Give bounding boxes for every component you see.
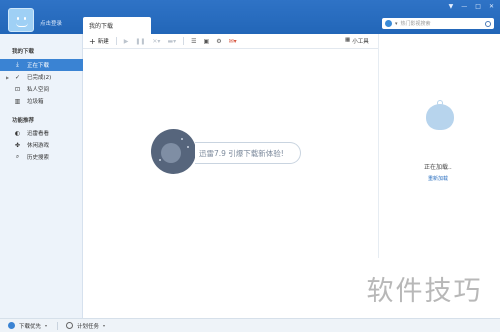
speed-mode-icon — [8, 322, 15, 329]
play-icon[interactable]: ▶ — [124, 38, 129, 45]
rocket-icon — [151, 129, 196, 174]
sidebar-item-private-space[interactable]: ⊡ 私人空间 — [0, 83, 83, 95]
gear-icon[interactable]: ⚙ — [216, 38, 221, 45]
toolbar-divider — [183, 37, 185, 45]
star-dot — [159, 159, 161, 161]
avatar-eye-left — [17, 17, 19, 20]
section-my-downloads-title: 我的下载 — [12, 49, 35, 55]
sort-icon[interactable]: ☰ — [191, 38, 196, 45]
sidebar-item-label: 历史搜索 — [27, 155, 50, 161]
download-priority-button[interactable]: 下载优先 — [19, 322, 41, 330]
search-box[interactable]: ▾ 热门影视搜索 — [382, 18, 494, 29]
sidebar-item-trash[interactable]: ▥ 垃圾箱 — [0, 95, 83, 107]
status-divider — [57, 321, 59, 330]
rocket-flame — [161, 143, 181, 163]
close-icon[interactable]: ✕ — [489, 3, 494, 10]
trash-icon: ▥ — [14, 97, 21, 105]
title-bar: 点击登录 我的下载 ▼ — □ ✕ ▾ 热门影视搜索 — [0, 0, 500, 34]
window-controls: ▼ — □ ✕ — [449, 3, 494, 10]
sidebar-item-label: 垃圾箱 — [27, 99, 44, 105]
search-icon[interactable] — [485, 20, 491, 27]
gift-icon[interactable]: ✉▾ — [229, 38, 237, 45]
mascot-tuft — [437, 100, 443, 106]
expand-arrow-icon[interactable]: ▶ — [6, 75, 9, 80]
avatar-mouth — [16, 23, 28, 27]
minimize-icon[interactable]: — — [461, 3, 467, 10]
chevron-down-icon[interactable]: ▾ — [45, 323, 47, 328]
login-link[interactable]: 点击登录 — [40, 19, 62, 27]
download-icon: ⤓ — [16, 61, 19, 68]
sidebar-item-downloading[interactable]: ⤓ 正在下载 — [0, 59, 83, 71]
delete-icon[interactable]: ✕▾ — [152, 38, 160, 45]
watermark: 软件技巧 — [349, 258, 500, 318]
plus-icon: + — [89, 36, 96, 46]
promo-text: 迅雷7.9 引爆下载新体验! — [195, 142, 301, 164]
menu-dropdown-icon[interactable]: ▼ — [449, 3, 454, 10]
avatar-eye-right — [24, 17, 26, 20]
sidebar-item-label: 正在下载 — [27, 63, 50, 69]
maximize-icon[interactable]: □ — [475, 3, 481, 10]
tools-label: 小工具 — [352, 39, 369, 45]
reload-link[interactable]: 重新加载 — [428, 175, 448, 182]
sidebar-item-games[interactable]: ✤ 休闲游戏 — [0, 139, 83, 151]
sidebar-item-label: 迅雷看看 — [27, 131, 50, 137]
video-icon: ◐ — [14, 129, 21, 137]
star-dot — [181, 138, 183, 140]
toolbox-icon: ▦ — [345, 37, 351, 43]
loading-status: 正在加载.. — [424, 164, 452, 171]
pause-icon[interactable]: ❚❚ — [135, 38, 145, 45]
gamepad-icon: ✤ — [14, 141, 21, 149]
scheduled-tasks-button[interactable]: 计划任务 — [77, 322, 99, 330]
star-dot — [187, 146, 189, 148]
toolbar-divider — [115, 37, 117, 45]
status-bar: 下载优先 ▾ 计划任务 ▾ — [0, 318, 500, 332]
sidebar-item-xunlei-kankan[interactable]: ◐ 迅雷看看 — [0, 127, 83, 139]
new-task-label: 新建 — [97, 39, 109, 45]
sidebar-item-label: 私人空间 — [27, 87, 50, 93]
sidebar: 我的下载 ⤓ 正在下载 ▶ ✓ 已完成(2) ⊡ 私人空间 ▥ 垃圾箱 功能推荐… — [0, 34, 83, 318]
new-task-button[interactable]: + 新建 — [89, 37, 109, 46]
mascot-icon — [426, 100, 454, 130]
download-list-area — [83, 50, 378, 318]
sidebar-item-completed[interactable]: ▶ ✓ 已完成(2) — [0, 71, 83, 83]
tab-my-downloads[interactable]: 我的下载 — [83, 17, 151, 34]
section-recommended-title: 功能推荐 — [12, 118, 35, 124]
details-icon[interactable]: ▣ — [204, 38, 210, 45]
clock-icon — [66, 322, 74, 329]
check-icon: ✓ — [14, 73, 21, 81]
sidebar-item-label: 休闲游戏 — [27, 143, 50, 149]
sidebar-item-search-history[interactable]: ⌕ 历史搜索 — [0, 151, 83, 163]
avatar[interactable] — [8, 8, 34, 32]
chevron-down-icon[interactable]: ▾ — [395, 21, 398, 27]
chevron-down-icon[interactable]: ▾ — [103, 323, 105, 328]
folder-icon[interactable]: ▬▾ — [167, 38, 176, 45]
toolbar: + 新建 ▶ ❚❚ ✕▾ ▬▾ ☰ ▣ ⚙ ✉▾ — [83, 34, 378, 49]
browser-icon — [385, 20, 392, 27]
sidebar-item-label: 已完成(2) — [27, 75, 52, 81]
search-icon: ⌕ — [15, 153, 20, 160]
lock-icon: ⊡ — [14, 85, 21, 93]
search-input[interactable]: 热门影视搜索 — [401, 20, 485, 27]
tools-button[interactable]: ▦ 小工具 — [345, 37, 369, 45]
